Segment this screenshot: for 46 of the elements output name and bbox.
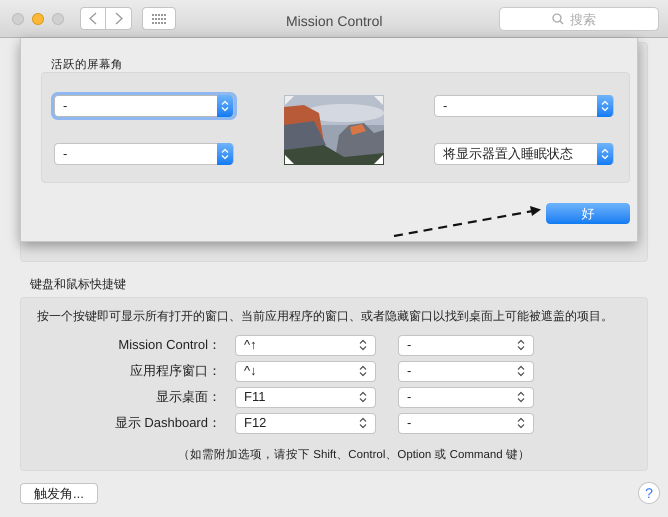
stepper-icon xyxy=(597,95,613,117)
chevron-updown-icon xyxy=(359,339,367,351)
chevron-left-icon xyxy=(89,12,97,25)
keyboard-shortcut-popup[interactable]: ^↓ xyxy=(235,360,376,382)
mouse-shortcut-popup[interactable]: - xyxy=(398,334,534,356)
minimize-button[interactable] xyxy=(32,12,44,24)
shortcut-label: 应用程序窗口： xyxy=(129,362,221,380)
search-field[interactable]: 搜索 xyxy=(499,7,659,31)
show-all-button[interactable] xyxy=(142,7,176,30)
chevron-updown-icon xyxy=(517,339,525,351)
corner-popup[interactable]: - xyxy=(54,95,234,117)
section-title: 键盘和鼠标快捷键 xyxy=(30,276,127,293)
chevron-updown-icon xyxy=(359,365,367,377)
search-icon xyxy=(552,13,564,25)
chevron-updown-icon xyxy=(517,391,525,403)
mouse-shortcut-popup[interactable]: - xyxy=(398,412,534,434)
help-button[interactable]: ? xyxy=(638,482,660,504)
corner-popup[interactable]: 将显示器置入睡眠状态 xyxy=(434,143,614,165)
chevron-updown-icon xyxy=(517,417,525,429)
hot-corners-button[interactable]: 触发角... xyxy=(20,482,98,504)
corner-popup[interactable]: - xyxy=(54,143,234,165)
forward-button[interactable] xyxy=(106,7,132,30)
chevron-right-icon xyxy=(114,12,122,25)
stepper-icon xyxy=(217,95,233,117)
mouse-shortcut-popup[interactable]: - xyxy=(398,386,534,408)
keyboard-shortcut-popup[interactable]: F12 xyxy=(235,412,376,434)
shortcut-label: 显示桌面： xyxy=(155,388,221,406)
description-text: 按一个按键即可显示所有打开的窗口、当前应用程序的窗口、或者隐藏窗口以找到桌面上可能被遮盖的项目。 xyxy=(37,308,614,325)
window-title: Mission Control xyxy=(286,12,382,31)
section-title: 活跃的屏幕角 xyxy=(51,58,123,73)
chevron-updown-icon xyxy=(359,417,367,429)
keyboard-shortcut-popup[interactable]: F11 xyxy=(235,386,376,408)
shortcut-label: Mission Control： xyxy=(117,336,221,354)
back-button[interactable] xyxy=(80,7,106,30)
zoom-button[interactable] xyxy=(52,12,64,24)
grid-icon xyxy=(152,14,166,24)
stepper-icon xyxy=(217,143,233,165)
corner-popup[interactable]: - xyxy=(434,95,614,117)
shortcut-label: 显示 Dashboard： xyxy=(114,414,221,432)
close-button[interactable] xyxy=(12,12,24,24)
chevron-updown-icon xyxy=(517,365,525,377)
mouse-shortcut-popup[interactable]: - xyxy=(398,360,534,382)
stepper-icon xyxy=(597,143,613,165)
note-text: （如需附加选项，请按下 Shift、Control、Option 或 Command 键） xyxy=(177,448,531,463)
chevron-updown-icon xyxy=(359,391,367,403)
keyboard-shortcut-popup[interactable]: ^↑ xyxy=(235,334,376,356)
